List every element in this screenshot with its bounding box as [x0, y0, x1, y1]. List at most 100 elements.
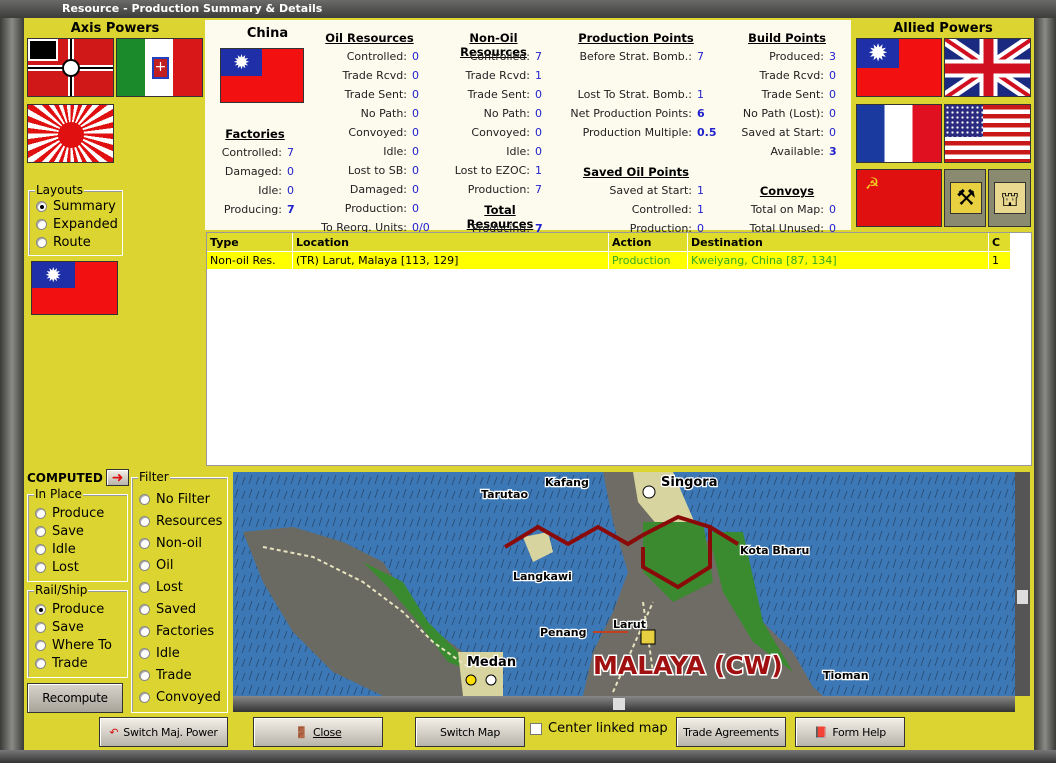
map-view[interactable]: Kafang Singora Tarutao Kota Bharu Langka…	[233, 472, 1015, 696]
soviet-union-flag[interactable]: ☭	[856, 169, 942, 227]
filter-radio[interactable]: Factories	[139, 624, 214, 639]
computed-arrow-button[interactable]: ➜	[106, 469, 129, 486]
stat-value: 0	[829, 88, 836, 101]
stat-label: Damaged:	[349, 183, 407, 196]
stat-row: Produced: 3	[730, 50, 844, 69]
in-place-radio[interactable]: Save	[35, 524, 84, 539]
rail-ship-title: Rail/Ship	[34, 583, 89, 597]
radio-label: Idle	[52, 542, 76, 557]
japan-flag[interactable]	[27, 104, 114, 163]
map-label-kota-bharu: Kota Bharu	[740, 544, 809, 557]
stat-row: Production: 0	[312, 202, 430, 221]
map-label-malaya: MALAYA (CW)	[593, 651, 783, 680]
stat-row: Available: 3	[730, 145, 844, 164]
layout-route-radio[interactable]: Route	[36, 235, 91, 250]
stat-value: 0	[412, 183, 419, 196]
filter-radio[interactable]: No Filter	[139, 492, 210, 507]
filter-radio[interactable]: Trade	[139, 668, 192, 683]
in-place-radio[interactable]: Idle	[35, 542, 76, 557]
stat-row: No Path: 0	[312, 107, 430, 126]
column-header-action[interactable]: Action	[609, 233, 688, 251]
filter-radio[interactable]: Non-oil	[139, 536, 202, 551]
map-label-tioman: Tioman	[823, 669, 869, 682]
germany-flag[interactable]	[27, 38, 114, 97]
filter-radio[interactable]: Idle	[139, 646, 180, 661]
china-flag[interactable]: ✹	[856, 38, 942, 97]
stat-row: Producing: 7	[208, 203, 302, 222]
stat-value: 0	[412, 69, 419, 82]
button-label: Form Help	[832, 725, 886, 739]
stat-value: 0	[829, 69, 836, 82]
center-linked-map-checkbox[interactable]: Center linked map	[530, 721, 668, 736]
oil-stats: Oil Resources Controlled: 0 Trade Rcvd: 0 Tra…	[312, 31, 430, 240]
france-flag[interactable]	[856, 104, 942, 163]
united-states-flag[interactable]	[944, 104, 1031, 163]
cell-count: 1	[989, 252, 1011, 269]
radio-label: Route	[53, 235, 91, 250]
stat-label: Trade Sent:	[344, 88, 407, 101]
radio-label: No Filter	[156, 492, 211, 507]
form-help-button[interactable]: 📕 Form Help	[795, 717, 905, 747]
door-exit-icon: 🚪	[294, 725, 309, 739]
map-horizontal-scrollbar[interactable]	[233, 696, 1015, 712]
stat-row: Trade Rcvd: 0	[312, 69, 430, 88]
in-place-radio[interactable]: Lost	[35, 560, 79, 575]
radio-label: Trade	[156, 668, 192, 683]
radio-label: Convoyed	[156, 690, 221, 705]
radio-label: Lost	[156, 580, 183, 595]
nonoil-title: Non-Oil Resources	[460, 31, 527, 59]
rail-ship-radio[interactable]: Where To	[35, 638, 112, 653]
resource-icon[interactable]: ⚒	[944, 169, 986, 227]
help-book-icon: 📕	[814, 725, 828, 739]
stat-value: 0	[287, 184, 294, 197]
filter-radio[interactable]: Oil	[139, 558, 173, 573]
checkbox-box	[530, 722, 542, 735]
allied-powers-title: Allied Powers	[893, 21, 993, 36]
in-place-radio[interactable]: Produce	[35, 506, 104, 521]
oil-icon[interactable]: ⛫	[988, 169, 1031, 227]
italy-flag[interactable]: +	[116, 38, 203, 97]
stat-label: Produced:	[769, 50, 824, 63]
filter-radio[interactable]: Convoyed	[139, 690, 221, 705]
china-flag: ✹	[220, 48, 304, 103]
radio-label: Saved	[156, 602, 197, 617]
radio-label: Summary	[53, 199, 116, 214]
radio-label: Save	[52, 620, 84, 635]
filter-radio[interactable]: Resources	[139, 514, 222, 529]
stat-row: Trade Sent: 0	[437, 88, 550, 107]
switch-major-power-button[interactable]: ↶ Switch Maj. Power	[99, 717, 228, 747]
map-vertical-scrollbar[interactable]	[1015, 472, 1030, 696]
layout-summary-radio[interactable]: Summary	[36, 199, 116, 214]
rail-ship-radio[interactable]: Save	[35, 620, 84, 635]
stat-row: Saved at Start: 0	[730, 126, 844, 145]
arrow-right-icon: ➜	[111, 469, 124, 486]
radio-label: Expanded	[53, 217, 118, 232]
column-header-type[interactable]: Type	[207, 233, 293, 251]
column-header-count[interactable]: C	[989, 233, 1011, 251]
stat-value: 7	[535, 50, 542, 63]
stat-label: Production:	[467, 183, 530, 196]
trade-agreements-button[interactable]: Trade Agreements	[676, 717, 786, 747]
stat-row: Trade Rcvd: 0	[730, 69, 844, 88]
stat-row: Total on Map: 0	[730, 203, 844, 222]
factories-title: Factories	[225, 127, 285, 141]
column-header-destination[interactable]: Destination	[688, 233, 989, 251]
stat-label: No Path (Lost):	[742, 107, 824, 120]
stat-row: Lost to EZOC: 1	[437, 164, 550, 183]
filter-radio[interactable]: Saved	[139, 602, 196, 617]
rail-ship-radio[interactable]: Produce	[35, 602, 104, 617]
column-header-location[interactable]: Location	[293, 233, 609, 251]
map-label-tarutao: Tarutao	[481, 488, 528, 501]
selected-power-china-flag: ✹	[31, 261, 118, 315]
switch-map-button[interactable]: Switch Map	[415, 717, 525, 747]
stat-row: Idle: 0	[312, 145, 430, 164]
rail-ship-radio[interactable]: Trade	[35, 656, 88, 671]
filter-radio[interactable]: Lost	[139, 580, 183, 595]
layout-expanded-radio[interactable]: Expanded	[36, 217, 118, 232]
united-kingdom-flag[interactable]	[944, 38, 1031, 97]
stat-row: Lost To Strat. Bomb.: 1	[560, 88, 717, 107]
close-button[interactable]: 🚪 Close	[253, 717, 383, 747]
recompute-button[interactable]: Recompute	[27, 683, 123, 713]
stat-row: Controlled: 7	[208, 146, 302, 165]
stat-row: Convoyed: 0	[312, 126, 430, 145]
